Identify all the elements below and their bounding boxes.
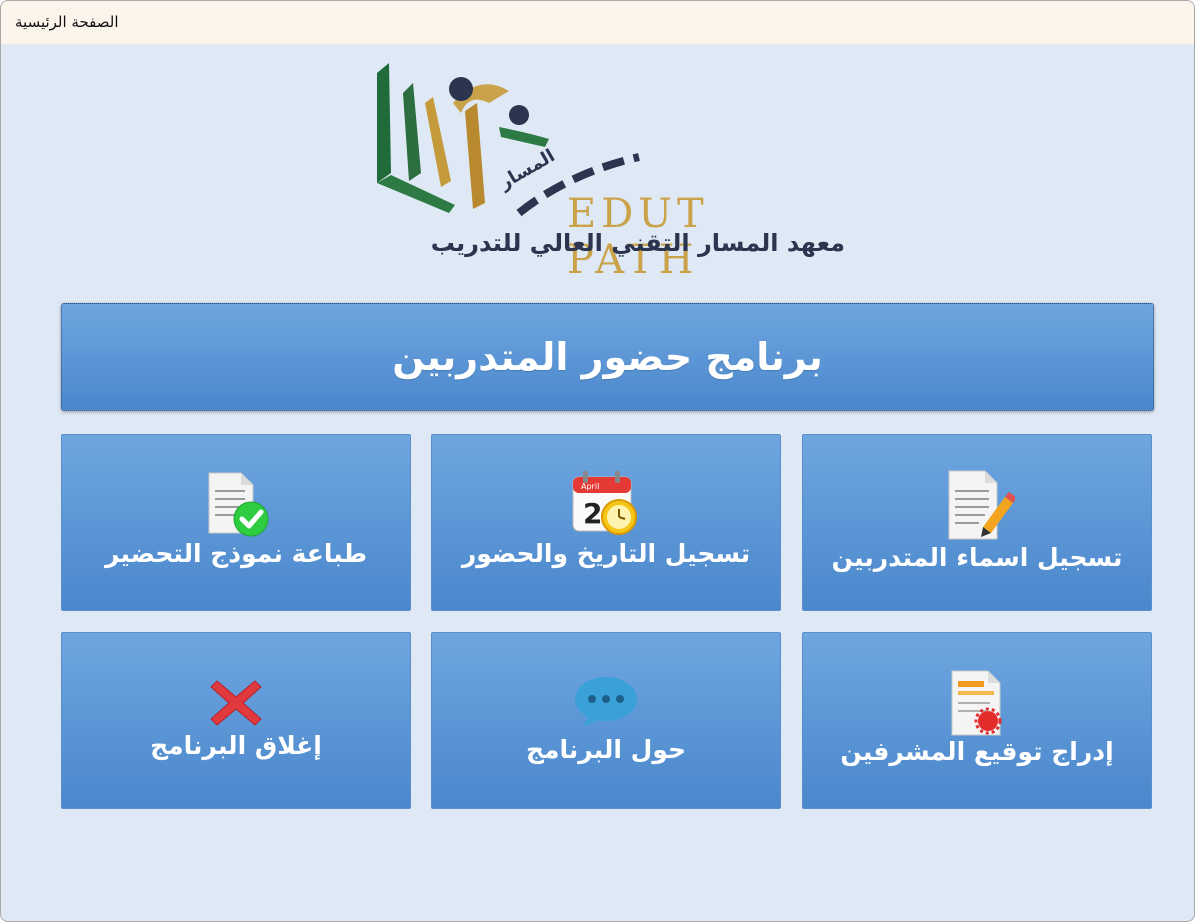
close-program-button[interactable]: إغلاق البرنامج — [61, 632, 411, 809]
calendar-day: 2 — [583, 497, 602, 530]
certificate-seal-icon — [951, 670, 1002, 736]
tile-label: إدراج توقيع المشرفين — [840, 737, 1114, 766]
speech-bubble-icon — [575, 677, 637, 727]
record-date-attendance-button[interactable]: April 2 تسجيل التاريخ والحضور — [431, 434, 781, 611]
tile-label: حول البرنامج — [525, 735, 687, 764]
calendar-clock-icon: April 2 — [572, 471, 637, 535]
register-trainees-button[interactable]: تسجيل اسماء المتدربين — [802, 434, 1152, 611]
tile-label: تسجيل اسماء المتدربين — [831, 543, 1123, 572]
title-bar[interactable]: الصفحة الرئيسية — [1, 1, 1194, 44]
insert-supervisor-signature-button[interactable]: إدراج توقيع المشرفين — [802, 632, 1152, 809]
red-x-icon — [210, 680, 262, 726]
calendar-month: April — [581, 482, 599, 491]
app-window: الصفحة الرئيسية المسار EDUT PATH معهد ال… — [0, 0, 1195, 922]
logo-tagline: معهد المسار التقني العالي للتدريب — [430, 229, 845, 257]
program-title-banner: برنامج حضور المتدربين — [61, 303, 1154, 411]
tile-label: تسجيل التاريخ والحضور — [461, 539, 751, 568]
document-check-icon — [208, 472, 269, 537]
institute-logo: المسار EDUT PATH معهد المسار التقني العا… — [369, 63, 849, 283]
document-pencil-icon — [948, 470, 1015, 540]
program-title: برنامج حضور المتدربين — [392, 335, 823, 379]
window-title: الصفحة الرئيسية — [15, 13, 119, 31]
tile-label: طباعة نموذج التحضير — [104, 539, 368, 568]
print-attendance-form-button[interactable]: طباعة نموذج التحضير — [61, 434, 411, 611]
about-program-button[interactable]: حول البرنامج — [431, 632, 781, 809]
tile-label: إغلاق البرنامج — [150, 731, 322, 760]
